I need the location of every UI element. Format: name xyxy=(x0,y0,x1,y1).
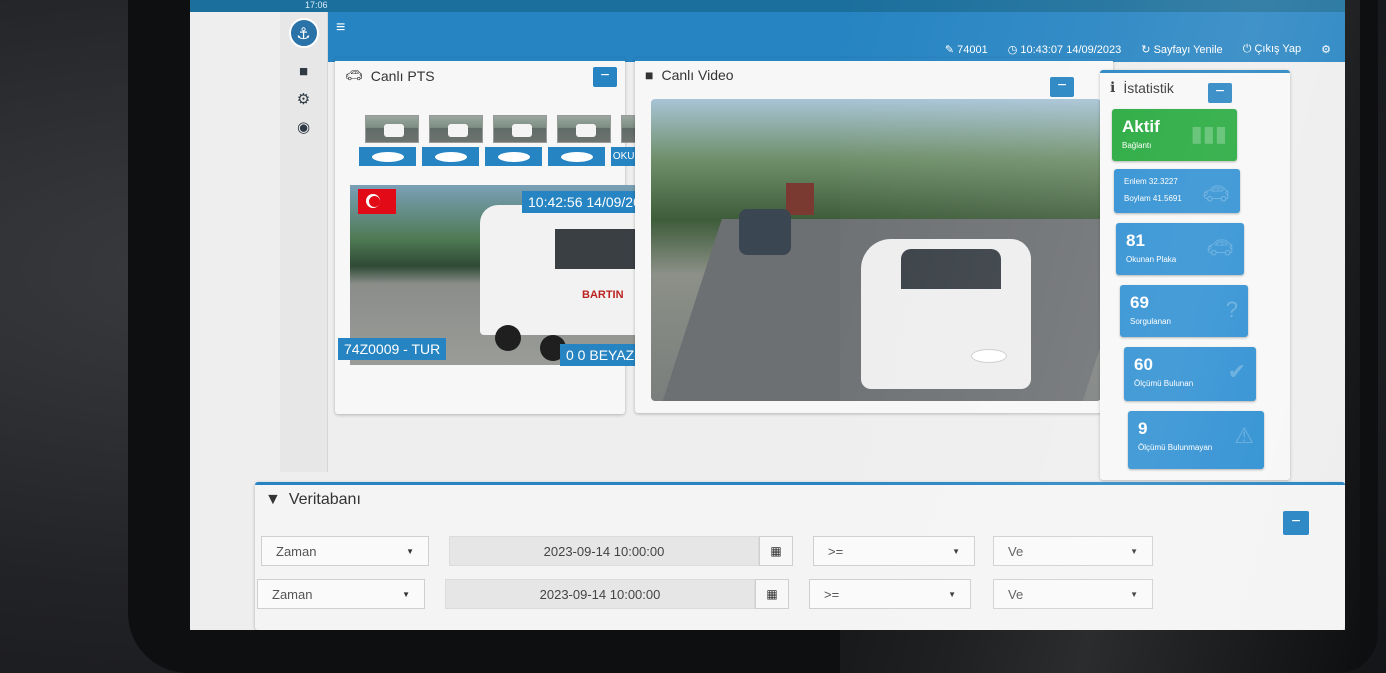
cogs-icon[interactable]: ⚙ xyxy=(280,86,327,114)
location-tile: Enlem 32.3227 Boylam 41.5691 🚗︎ xyxy=(1114,169,1240,213)
queried-tile: 69 Sorgulanan ? xyxy=(1120,285,1248,337)
calendar-icon[interactable]: ▦ xyxy=(759,536,793,566)
video-collapse-button[interactable]: − xyxy=(1050,77,1074,97)
server-time: ◷ 10:43:07 14/09/2023 xyxy=(1007,44,1122,56)
statistics-title: ℹ İstatistik xyxy=(1110,79,1174,96)
live-video-title: ■ Canlı Video xyxy=(645,67,734,83)
video-camera-icon[interactable]: ■ xyxy=(280,58,327,86)
status-time: 17:06 xyxy=(305,0,328,10)
car-icon: 🚗︎ xyxy=(1202,181,1230,206)
pts-plate-chip[interactable] xyxy=(548,147,605,166)
question-icon: ? xyxy=(1225,297,1238,322)
caret-down-icon: ▼ xyxy=(1130,546,1138,556)
live-pts-panel: 🚗︎ Canlı PTS − OKUNAMAI BARTIN 10:42:5 xyxy=(335,58,680,414)
database-collapse-button[interactable]: − xyxy=(1283,511,1309,535)
app-logo[interactable]: ⚓ xyxy=(288,18,319,48)
pts-thumbnail[interactable] xyxy=(493,115,547,143)
caret-down-icon: ▼ xyxy=(402,589,410,599)
app-screen: 17:06 ⁕ ◔ ▮ ⚓ ■ ⚙ ◉ ≡ ✎ 74001 ◷ 10:43:07… xyxy=(190,0,1345,630)
database-title: ▼ Veritabanı xyxy=(265,491,361,508)
read-plates-tile: 81 Okunan Plaka 🚗︎ xyxy=(1116,223,1244,275)
caret-down-icon: ▼ xyxy=(406,546,414,556)
pts-thumbnail[interactable] xyxy=(557,115,611,143)
edit-icon: ✎ xyxy=(944,44,958,56)
car-icon: 🚗︎ xyxy=(1206,235,1234,260)
not-measured-tile: 9 Ölçümü Bulunmayan ⚠ xyxy=(1128,411,1264,469)
live-video-stream[interactable] xyxy=(651,99,1101,401)
settings-icon[interactable]: ⚙ xyxy=(1321,43,1331,56)
statistics-panel: ℹ İstatistik − Aktif Bağlantı ▮▮▮ Enlem … xyxy=(1100,70,1290,480)
power-icon: ⏻ xyxy=(1242,43,1255,55)
van-wheel xyxy=(495,325,521,351)
queried-count: 69 xyxy=(1130,293,1149,312)
filter-row-1: Zaman ▼ 2023-09-14 10:00:00 ▦ >= ▼ Ve ▼ xyxy=(261,536,1153,566)
turkish-flag-icon xyxy=(358,189,396,214)
caret-down-icon: ▼ xyxy=(948,589,956,599)
live-video-panel: ■ Canlı Video − xyxy=(635,58,1113,413)
filter-logic-select[interactable]: Ve ▼ xyxy=(993,579,1153,609)
pts-thumbnail[interactable] xyxy=(365,115,419,143)
sidebar: ⚓ ■ ⚙ ◉ xyxy=(280,12,328,472)
blurred-plate xyxy=(971,349,1007,363)
caret-down-icon: ▼ xyxy=(952,546,960,556)
refresh-icon: ↻ xyxy=(1141,44,1154,56)
pts-thumbnails xyxy=(365,115,675,143)
filter-operator-select[interactable]: >= ▼ xyxy=(813,536,975,566)
database-panel: ▼ Veritabanı − Zaman ▼ 2023-09-14 10:00:0… xyxy=(255,482,1345,630)
clock-icon: ◷ xyxy=(1007,44,1021,56)
filter-icon: ▼ xyxy=(265,491,281,508)
stats-collapse-button[interactable]: − xyxy=(1208,83,1232,103)
pts-plate-chips: OKUNAMAI xyxy=(359,147,668,166)
van-lettering: BARTIN xyxy=(582,289,624,301)
refresh-button[interactable]: ↻ Sayfayı Yenile xyxy=(1141,43,1222,56)
logout-button[interactable]: ⏻ Çıkış Yap xyxy=(1243,43,1301,56)
car-icon: 🚗︎ xyxy=(345,67,363,83)
pts-plate-chip[interactable] xyxy=(359,147,416,166)
dark-car-image xyxy=(739,209,791,255)
check-icon: ✔ xyxy=(1227,359,1246,384)
pts-plate-chip[interactable] xyxy=(422,147,479,166)
live-pts-title: 🚗︎ Canlı PTS xyxy=(345,67,435,84)
truck-image xyxy=(786,183,814,215)
filter-operator-select[interactable]: >= ▼ xyxy=(809,579,971,609)
info-icon: ℹ xyxy=(1110,79,1116,95)
filter-field-select[interactable]: Zaman ▼ xyxy=(257,579,425,609)
signal-bars-icon: ▮▮▮ xyxy=(1190,121,1227,146)
connection-status-tile: Aktif Bağlantı ▮▮▮ xyxy=(1112,109,1237,161)
white-car-image xyxy=(861,239,1031,389)
filter-logic-select[interactable]: Ve ▼ xyxy=(993,536,1153,566)
filter-date-input[interactable]: 2023-09-14 10:00:00 xyxy=(445,579,755,609)
caret-down-icon: ▼ xyxy=(1130,589,1138,599)
filter-row-2: Zaman ▼ 2023-09-14 10:00:00 ▦ >= ▼ Ve ▼ xyxy=(257,579,1153,609)
top-navbar-actions: ✎ 74001 ◷ 10:43:07 14/09/2023 ↻ Sayfayı … xyxy=(945,43,1331,56)
device-id[interactable]: ✎ 74001 xyxy=(945,43,988,56)
status-bar: 17:06 ⁕ ◔ ▮ xyxy=(190,0,1345,25)
car-windshield xyxy=(901,249,1001,289)
filter-field-select[interactable]: Zaman ▼ xyxy=(261,536,429,566)
warning-icon: ⚠ xyxy=(1234,423,1254,448)
filter-date-input[interactable]: 2023-09-14 10:00:00 xyxy=(449,536,759,566)
video-icon: ■ xyxy=(645,67,654,83)
hamburger-icon[interactable]: ≡ xyxy=(336,19,345,37)
measured-tile: 60 Ölçümü Bulunan ✔ xyxy=(1124,347,1256,401)
calendar-icon[interactable]: ▦ xyxy=(755,579,789,609)
pts-thumbnail[interactable] xyxy=(429,115,483,143)
pts-collapse-button[interactable]: − xyxy=(593,67,617,87)
queried-label: Sorgulanan xyxy=(1130,317,1171,326)
pts-plate-label: 74Z0009 - TUR xyxy=(338,338,447,360)
van-image xyxy=(480,205,660,335)
pts-plate-chip[interactable] xyxy=(485,147,542,166)
eye-icon[interactable]: ◉ xyxy=(280,114,327,142)
